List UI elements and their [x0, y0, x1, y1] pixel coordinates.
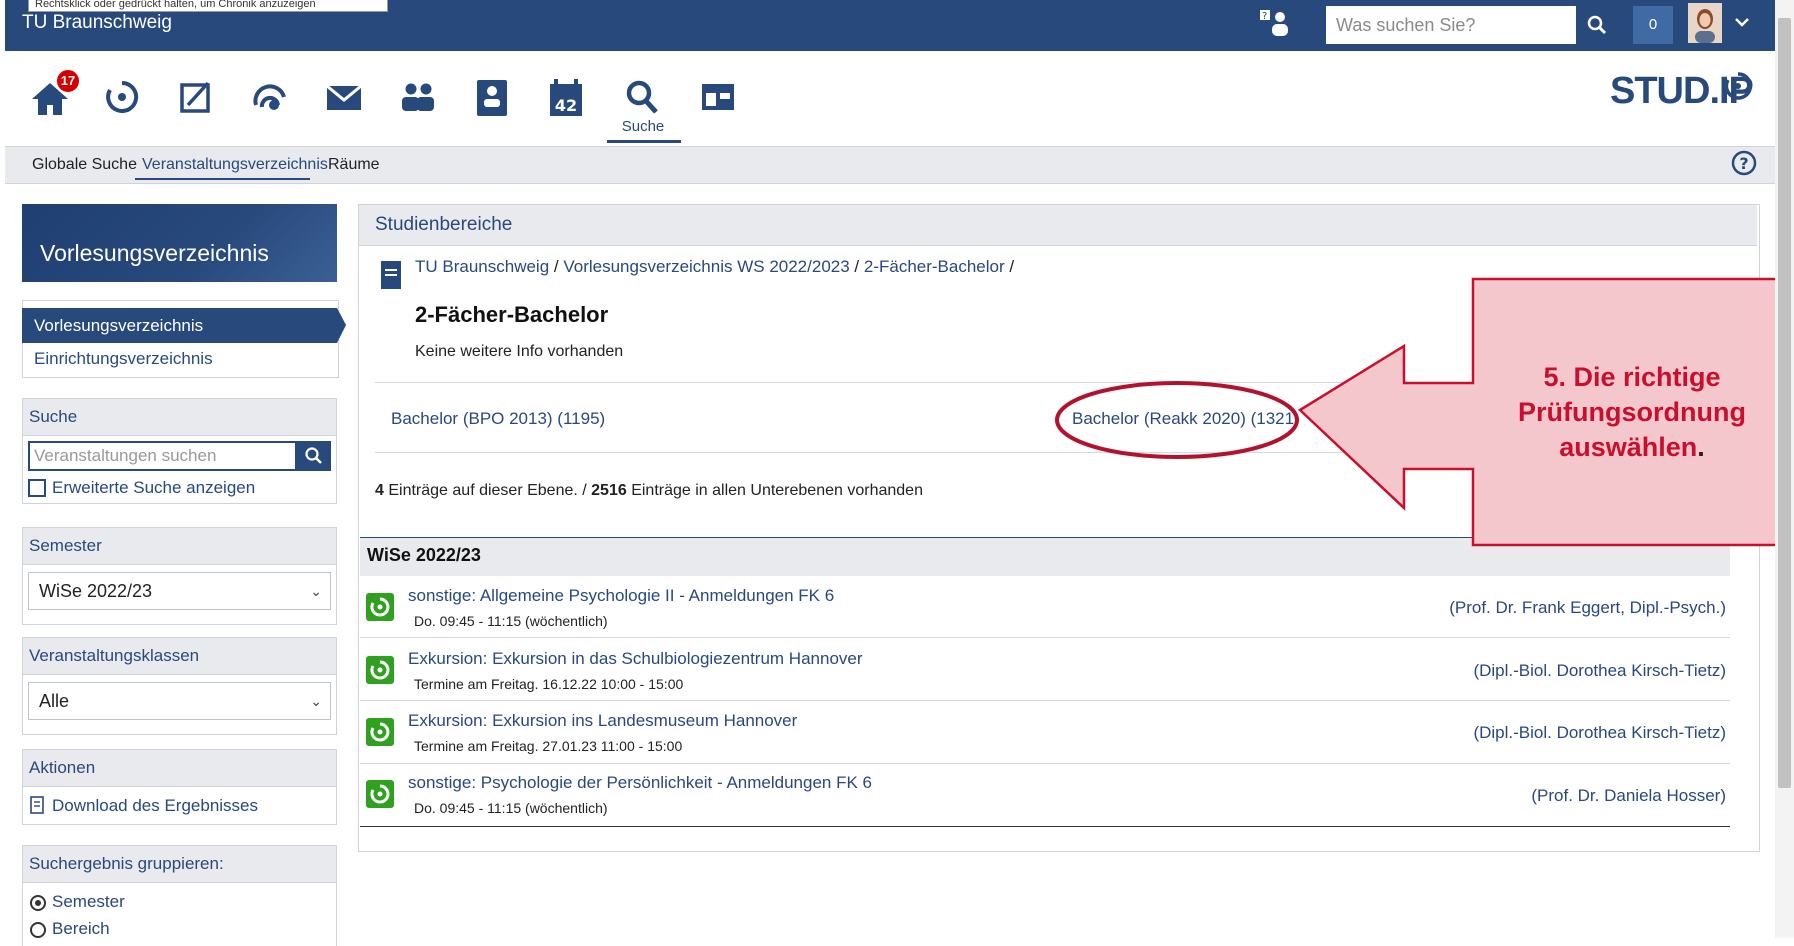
- sidebar-active-arrow: [337, 308, 346, 343]
- course-time: Do. 09:45 - 11:15 (wöchentlich): [414, 613, 608, 629]
- sidebar-header: Vorlesungsverzeichnis: [22, 204, 337, 282]
- course-icon[interactable]: [366, 718, 394, 746]
- course-icon[interactable]: [366, 593, 394, 621]
- breadcrumb-directory[interactable]: Vorlesungsverzeichnis WS 2022/2023: [563, 257, 849, 276]
- course-lecturers[interactable]: (Dipl.-Biol. Dorothea Kirsch-Tietz): [1473, 661, 1726, 681]
- search-icon[interactable]: [620, 75, 664, 119]
- course-class-select[interactable]: Alle ⌄: [28, 682, 331, 720]
- row-divider: [360, 763, 1730, 764]
- help-people-icon[interactable]: ?: [1258, 8, 1290, 38]
- download-results-link[interactable]: Download des Ergebnisses: [52, 796, 258, 816]
- course-search-icon[interactable]: [297, 441, 331, 471]
- breadcrumb-current[interactable]: 2-Fächer-Bachelor: [864, 257, 1005, 276]
- highlight-ellipse: [1055, 381, 1299, 459]
- logo-ring-icon: [1724, 72, 1753, 100]
- group-semester-radio[interactable]: [30, 895, 46, 911]
- book-icon: [381, 261, 401, 289]
- course-time: Termine am Freitag. 16.12.22 10:00 - 15:…: [414, 676, 684, 692]
- table-bottom-line: [360, 826, 1730, 827]
- course-time: Do. 09:45 - 11:15 (wöchentlich): [414, 800, 608, 816]
- home-badge: 17: [55, 68, 81, 94]
- group-semester-label[interactable]: Semester: [52, 892, 125, 912]
- active-tab-underline: [135, 178, 310, 180]
- course-title-link[interactable]: Exkursion: Exkursion ins Landesmuseum Ha…: [408, 711, 797, 731]
- advanced-search-label[interactable]: Erweiterte Suche anzeigen: [52, 478, 255, 498]
- page-title: 2-Fächer-Bachelor: [415, 302, 609, 327]
- my-courses-icon[interactable]: [100, 75, 144, 119]
- global-search-icon[interactable]: [1580, 6, 1614, 44]
- calendar-icon[interactable]: 42: [544, 75, 588, 119]
- row-divider: [360, 700, 1730, 701]
- tab-global-search[interactable]: Globale Suche: [32, 156, 137, 174]
- semester-group-title: WiSe 2022/23: [367, 545, 481, 565]
- course-icon[interactable]: [366, 780, 394, 808]
- breadcrumb-root[interactable]: TU Braunschweig: [415, 257, 549, 276]
- contacts-icon[interactable]: [396, 75, 440, 119]
- svg-text:?: ?: [1262, 11, 1267, 22]
- svg-text:?: ?: [1739, 154, 1748, 173]
- level-info-text: Keine weitere Info vorhanden: [415, 343, 624, 360]
- nav-active-underline: [607, 140, 681, 143]
- course-lecturers[interactable]: (Prof. Dr. Frank Eggert, Dipl.-Psych.): [1449, 598, 1726, 618]
- advanced-search-checkbox[interactable]: [28, 479, 46, 497]
- course-lecturers[interactable]: (Dipl.-Biol. Dorothea Kirsch-Tietz): [1473, 723, 1726, 743]
- group-area-label[interactable]: Bereich: [52, 919, 110, 939]
- sidebar-item-institute-directory[interactable]: Einrichtungsverzeichnis: [34, 349, 213, 369]
- download-file-icon[interactable]: [30, 796, 44, 814]
- tab-rooms[interactable]: Räume: [328, 156, 380, 174]
- chevron-down-icon: ⌄: [310, 583, 322, 599]
- sidebar-item-course-directory[interactable]: Vorlesungsverzeichnis: [22, 308, 337, 343]
- group-area-radio[interactable]: [30, 922, 46, 938]
- avatar-image: [1688, 3, 1722, 43]
- breadcrumb: TU Braunschweig / Vorlesungsverzeichnis …: [415, 257, 1015, 276]
- semester-select-value: WiSe 2022/23: [39, 581, 153, 601]
- sidebar-semester-title: Semester: [23, 528, 336, 565]
- scrollbar-thumb[interactable]: [1778, 18, 1791, 788]
- sidebar-classes-title: Veranstaltungsklassen: [23, 638, 336, 675]
- sidebar-header-title: Vorlesungsverzeichnis: [40, 240, 269, 266]
- sidebar-search-title: Suche: [23, 399, 336, 436]
- course-search-input[interactable]: [28, 441, 297, 471]
- course-time: Termine am Freitag. 27.01.23 11:00 - 15:…: [414, 738, 683, 754]
- profile-icon[interactable]: [470, 75, 514, 119]
- browser-tooltip: Rechtsklick oder gedrückt halten, um Chr…: [28, 0, 388, 12]
- course-title-link[interactable]: sonstige: Allgemeine Psychologie II - An…: [408, 586, 834, 606]
- messages-icon[interactable]: [322, 75, 366, 119]
- sidebar-actions-title: Aktionen: [23, 750, 336, 787]
- avatar[interactable]: [1688, 3, 1722, 43]
- calendar-number: 42: [555, 96, 577, 115]
- row-divider: [360, 637, 1730, 638]
- course-title-link[interactable]: sonstige: Psychologie der Persönlichkeit…: [408, 773, 872, 793]
- callout-text: 5. Die richtige Prüfungsordnung auswähle…: [1518, 362, 1746, 462]
- tools-icon[interactable]: [696, 75, 740, 119]
- study-areas-header: [359, 205, 1757, 246]
- subarea-link-bpo-2013[interactable]: Bachelor (BPO 2013) (1195): [391, 409, 605, 429]
- entry-counts: 4 Einträge auf dieser Ebene. / 2516 Eint…: [375, 482, 923, 499]
- workspace-icon[interactable]: [174, 75, 218, 119]
- tab-course-directory[interactable]: Veranstaltungsverzeichnis: [142, 156, 328, 174]
- chevron-down-icon[interactable]: [1732, 12, 1752, 32]
- course-title-link[interactable]: Exkursion: Exkursion in das Schulbiologi…: [408, 649, 863, 669]
- global-search-input[interactable]: [1326, 6, 1576, 44]
- course-class-select-value: Alle: [39, 691, 70, 711]
- nav-active-label[interactable]: Suche: [608, 118, 678, 135]
- chevron-down-icon: ⌄: [310, 693, 322, 709]
- study-areas-title: Studienbereiche: [375, 214, 513, 235]
- help-icon[interactable]: ?: [1730, 149, 1758, 177]
- course-icon[interactable]: [366, 656, 394, 684]
- community-icon[interactable]: [248, 75, 292, 119]
- course-lecturers[interactable]: (Prof. Dr. Daniela Hosser): [1531, 786, 1726, 806]
- sidebar-group-title: Suchergebnis gruppieren:: [23, 846, 336, 883]
- semester-select[interactable]: WiSe 2022/23 ⌄: [28, 572, 331, 610]
- brand-title[interactable]: TU Braunschweig: [22, 12, 172, 34]
- notification-counter[interactable]: 0: [1633, 6, 1673, 44]
